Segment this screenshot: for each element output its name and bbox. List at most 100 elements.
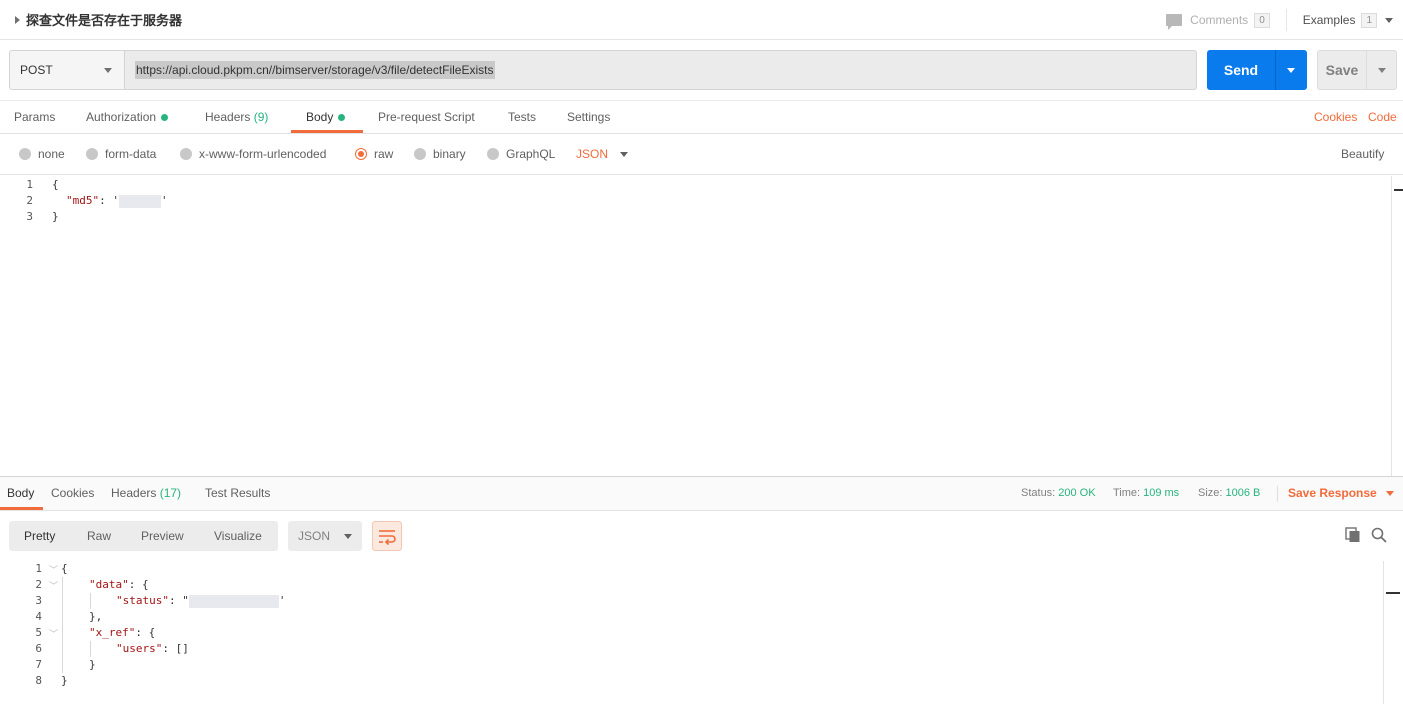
response-tab-cookies[interactable]: Cookies: [51, 477, 94, 510]
comments-button[interactable]: Comments 0: [1166, 9, 1287, 31]
radio-binary[interactable]: binary: [414, 134, 466, 174]
response-format-select[interactable]: JSON: [288, 521, 362, 551]
request-body-editor[interactable]: 1 2 3 { "md5": ' ' }: [0, 176, 1391, 476]
tab-prerequest-script[interactable]: Pre-request Script: [378, 101, 475, 134]
method-select[interactable]: POST: [9, 50, 125, 90]
tab-params[interactable]: Params: [14, 101, 55, 134]
save-options-chevron-icon[interactable]: [1378, 67, 1386, 73]
indent-guide: [90, 641, 91, 657]
radio-none-label: none: [38, 147, 65, 161]
expand-caret-icon[interactable]: [15, 15, 20, 24]
status-dot-icon: [161, 114, 169, 122]
size-label: Size:: [1198, 487, 1223, 499]
code-line: "users": []: [116, 642, 189, 655]
body-type-options: none form-data x-www-form-urlencoded raw…: [0, 134, 1403, 175]
json-key: "status": [116, 594, 169, 607]
save-divider: [1366, 51, 1367, 89]
radio-graphql[interactable]: GraphQL: [487, 134, 555, 174]
scroll-marker: [1386, 592, 1400, 594]
cookies-link[interactable]: Cookies: [1314, 101, 1357, 134]
radio-icon: [414, 148, 426, 160]
line-number: 7: [35, 658, 42, 671]
tab-tests[interactable]: Tests: [508, 101, 536, 134]
save-button[interactable]: Save: [1317, 50, 1397, 90]
comment-icon: [1166, 14, 1183, 30]
save-response-button[interactable]: Save Response: [1288, 477, 1394, 510]
comments-count: 0: [1254, 12, 1270, 28]
code-line: }: [89, 658, 96, 671]
status-label: Status:: [1021, 487, 1056, 499]
send-label: Send: [1223, 62, 1259, 78]
response-headers-label: Headers: [111, 486, 157, 500]
line-number: 2: [35, 578, 42, 591]
time-readout: Time: 109 ms: [1113, 477, 1179, 510]
active-tab-indicator: [0, 507, 43, 510]
radio-icon: [487, 148, 499, 160]
send-options-chevron-icon[interactable]: [1287, 67, 1295, 73]
search-icon[interactable]: [1371, 527, 1387, 543]
code-line: "data": {: [89, 578, 149, 591]
scroll-marker: [1394, 189, 1403, 191]
code-line: "x_ref": {: [89, 626, 156, 639]
title-actions: Comments 0 Examples 1: [1166, 0, 1403, 40]
view-preview-button[interactable]: Preview: [141, 521, 184, 551]
size-value: 1006 B: [1225, 487, 1261, 499]
time-label: Time:: [1113, 487, 1141, 499]
fold-chevron-icon[interactable]: ﹀: [49, 563, 58, 576]
view-pretty-button[interactable]: Pretty: [24, 521, 55, 551]
request-editor-scrollbar[interactable]: [1391, 176, 1403, 476]
fold-chevron-icon[interactable]: ﹀: [49, 627, 58, 640]
radio-selected-icon: [355, 148, 367, 160]
send-divider: [1275, 50, 1276, 90]
json-key: "md5": [66, 194, 100, 207]
response-tab-body[interactable]: Body: [7, 477, 34, 510]
line-number: 8: [35, 674, 42, 687]
code-link[interactable]: Code: [1368, 101, 1397, 134]
radio-raw-label: raw: [374, 147, 394, 161]
response-view-modes: Pretty Raw Preview Visualize: [9, 521, 278, 551]
active-tab-indicator: [291, 130, 363, 133]
radio-none[interactable]: none: [19, 134, 65, 174]
request-name[interactable]: 探查文件是否存在于服务器: [26, 10, 182, 29]
headers-count: (9): [253, 110, 269, 124]
response-viewer-scrollbar[interactable]: [1383, 561, 1403, 704]
line-number: 1: [35, 562, 42, 575]
radio-form-data[interactable]: form-data: [86, 134, 156, 174]
raw-type-value: JSON: [576, 147, 609, 161]
code-line: "status": " ': [116, 594, 286, 608]
redacted-value: [188, 594, 279, 608]
response-tab-headers[interactable]: Headers (17): [111, 477, 181, 510]
code-line: {: [61, 562, 68, 575]
copy-icon[interactable]: [1345, 527, 1361, 543]
line-number: 2: [26, 194, 33, 207]
line-number: 1: [26, 178, 33, 191]
beautify-link[interactable]: Beautify: [1341, 134, 1384, 174]
tab-settings[interactable]: Settings: [567, 101, 610, 134]
save-label: Save: [1325, 62, 1359, 78]
fold-chevron-icon[interactable]: ﹀: [49, 579, 58, 592]
view-visualize-button[interactable]: Visualize: [214, 521, 262, 551]
chevron-down-icon: [1385, 17, 1393, 23]
code-line: {: [52, 178, 59, 191]
tab-headers[interactable]: Headers (9): [205, 101, 268, 134]
radio-urlencoded[interactable]: x-www-form-urlencoded: [180, 134, 326, 174]
raw-type-select[interactable]: JSON: [576, 134, 629, 174]
code-line: }: [52, 210, 59, 223]
radio-icon: [180, 148, 192, 160]
examples-label: Examples: [1302, 13, 1356, 27]
view-raw-button[interactable]: Raw: [87, 521, 111, 551]
method-value: POST: [20, 63, 53, 77]
status-value: 200 OK: [1058, 487, 1096, 499]
wrap-lines-button[interactable]: [372, 521, 402, 551]
divider: [1277, 486, 1278, 502]
url-input[interactable]: https://api.cloud.pkpm.cn//bimserver/sto…: [124, 50, 1197, 90]
send-button[interactable]: Send: [1207, 50, 1307, 90]
code-line: "md5": ' ': [66, 194, 168, 208]
response-tab-test-results[interactable]: Test Results: [205, 477, 270, 510]
radio-raw[interactable]: raw: [355, 134, 393, 174]
tab-authorization[interactable]: Authorization: [86, 101, 169, 134]
response-body-viewer[interactable]: 1 2 3 4 5 6 7 8 ﹀ ﹀ ﹀ { "data": { "statu…: [0, 561, 1383, 704]
examples-dropdown[interactable]: Examples 1: [1287, 12, 1403, 28]
line-number: 4: [35, 610, 42, 623]
indent-guide: [62, 577, 63, 673]
